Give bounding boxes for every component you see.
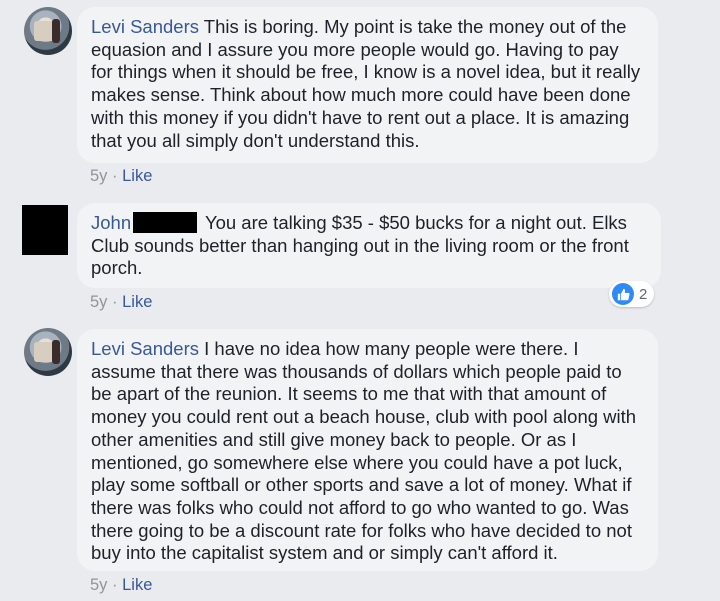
comment-text: I have no idea how many people were ther… xyxy=(91,338,637,564)
comment-bubble: John You are talking $35 - $50 bucks for… xyxy=(77,203,661,288)
author-name: John xyxy=(91,212,132,233)
comment-meta: 5y · Like xyxy=(90,167,152,186)
avatar[interactable] xyxy=(24,328,72,376)
comment-timestamp[interactable]: 5y xyxy=(90,293,107,311)
comment-timestamp[interactable]: 5y xyxy=(90,167,107,185)
meta-separator: · xyxy=(112,167,118,185)
comment-author-link[interactable]: Levi Sanders xyxy=(91,16,199,37)
meta-separator: · xyxy=(112,576,118,594)
comment-bubble: Levi Sanders I have no idea how many peo… xyxy=(77,329,658,571)
reaction-summary[interactable]: 2 xyxy=(609,281,655,307)
like-button[interactable]: Like xyxy=(122,576,152,594)
comment-timestamp[interactable]: 5y xyxy=(90,576,107,594)
comment-author-link[interactable]: Levi Sanders xyxy=(91,338,199,359)
meta-separator: · xyxy=(112,293,118,311)
comment-meta: 5y · Like xyxy=(90,576,152,595)
avatar[interactable] xyxy=(22,205,68,255)
like-button[interactable]: Like xyxy=(122,167,152,185)
reaction-count: 2 xyxy=(639,285,648,303)
comment-bubble: Levi Sanders This is boring. My point is… xyxy=(77,7,658,163)
avatar[interactable] xyxy=(24,7,72,55)
like-button[interactable]: Like xyxy=(122,293,152,311)
comment-meta: 5y · Like xyxy=(90,293,152,312)
thumbs-up-icon xyxy=(612,283,634,305)
redaction-bar xyxy=(133,212,198,233)
comment-author-link[interactable]: John xyxy=(91,212,200,233)
